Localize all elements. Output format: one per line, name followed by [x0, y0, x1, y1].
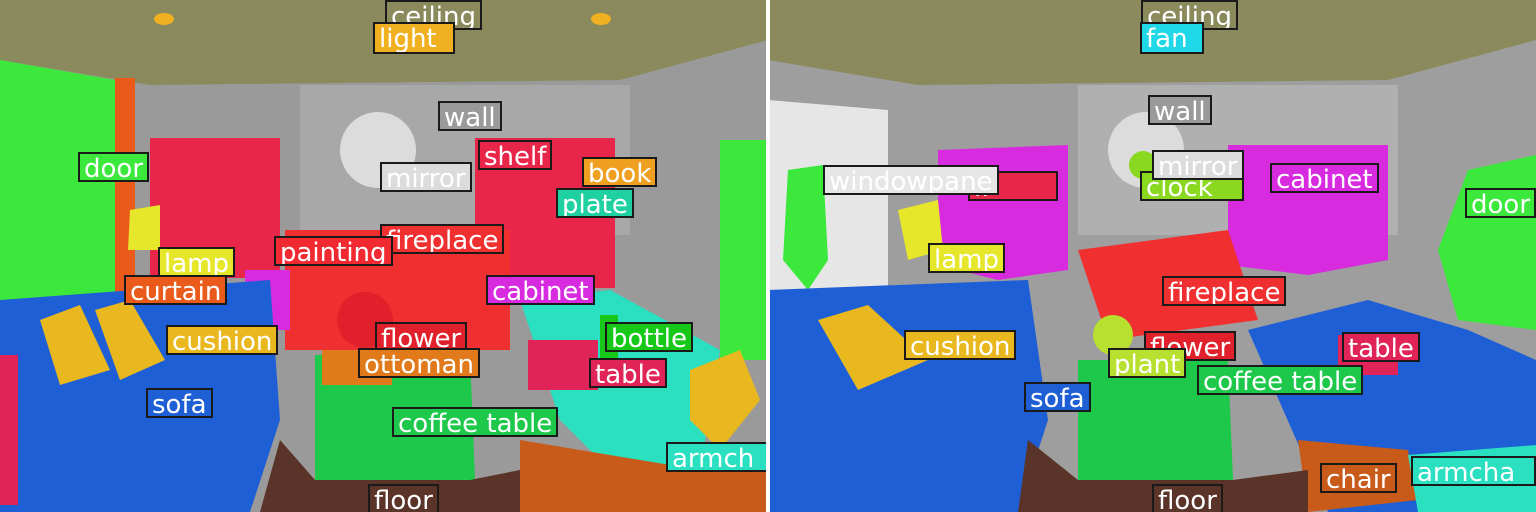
label-floor: floor — [1152, 484, 1223, 512]
segmentation-comparison: ceiling light wall door shelf book mirro… — [0, 0, 1536, 512]
label-ottoman: ottoman — [358, 348, 480, 378]
label-coffee-table: coffee table — [392, 407, 559, 437]
label-curtain: curtain — [124, 275, 228, 305]
label-fireplace: fireplace — [1162, 276, 1287, 306]
label-lamp: lamp — [158, 247, 235, 277]
label-sofa: sofa — [1024, 382, 1091, 412]
label-shelf: shelf — [478, 140, 553, 170]
label-mirror: mirror — [380, 162, 472, 192]
label-chair: chair — [1320, 463, 1397, 493]
label-cabinet: cabinet — [1270, 163, 1379, 193]
label-coffee-table: coffee table — [1197, 365, 1364, 395]
label-armchair: armcha — [1411, 456, 1536, 486]
label-sofa: sofa — [146, 388, 213, 418]
label-table: table — [589, 358, 667, 388]
label-table: table — [1342, 332, 1420, 362]
panel-divider — [766, 0, 770, 512]
label-cushion: cushion — [166, 325, 279, 355]
label-cushion: cushion — [904, 330, 1017, 360]
label-painting: painting — [274, 236, 393, 266]
label-fireplace: fireplace — [380, 224, 505, 254]
label-armchair: armch — [666, 442, 768, 472]
label-floor: floor — [368, 484, 439, 512]
label-windowpane: windowpane — [823, 165, 999, 195]
label-light: light — [373, 22, 455, 54]
label-door: door — [1465, 188, 1536, 218]
left-segmentation-panel: ceiling light wall door shelf book mirro… — [0, 0, 768, 512]
label-plate: plate — [556, 188, 634, 218]
label-door: door — [78, 152, 150, 182]
right-segmentation-panel: ceiling fan wall lf windowpane clock mir… — [768, 0, 1536, 512]
right-segmentation-mask — [768, 0, 1536, 512]
label-bottle: bottle — [605, 322, 694, 352]
label-wall: wall — [438, 101, 502, 131]
label-book: book — [582, 157, 658, 187]
label-cabinet: cabinet — [486, 275, 595, 305]
label-wall: wall — [1148, 95, 1212, 125]
label-fan: fan — [1140, 22, 1204, 54]
label-lamp: lamp — [928, 243, 1005, 273]
label-mirror: mirror — [1152, 150, 1244, 180]
label-plant: plant — [1108, 348, 1187, 378]
